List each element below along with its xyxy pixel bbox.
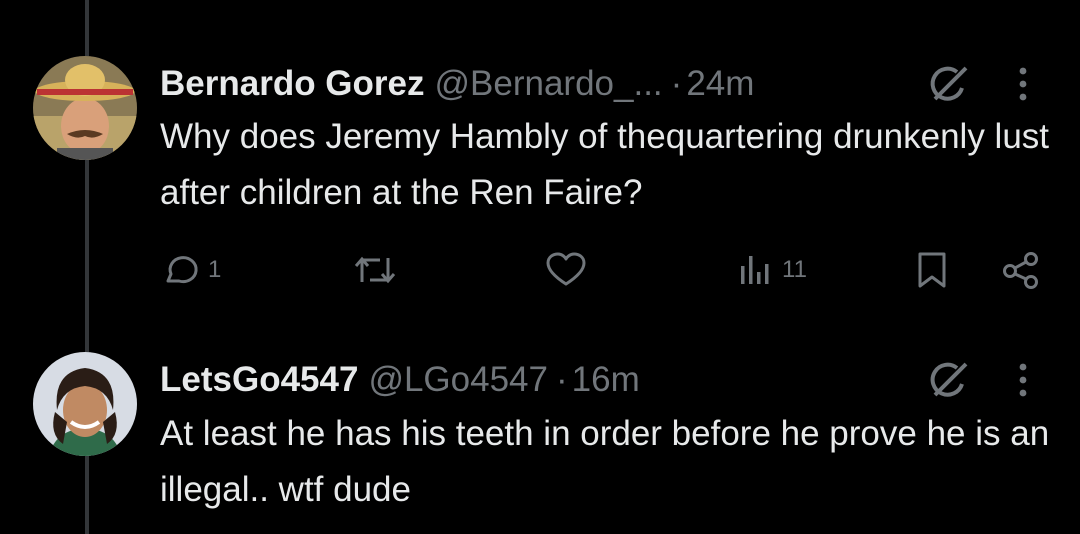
grok-icon [930,362,968,397]
grok-icon [930,66,968,101]
timestamp[interactable]: 24m [686,64,754,104]
avatar[interactable] [33,56,137,160]
separator-dot: · [555,360,568,399]
avatar-image [33,352,137,456]
avatar[interactable] [33,352,137,456]
tweet-text: Why does Jeremy Hambly of thequartering … [160,117,1050,212]
retweet-icon [354,256,396,284]
user-handle[interactable]: @Bernardo_... [435,64,663,104]
like-icon [546,252,586,286]
tweet[interactable]: LetsGo4547 @LGo4547 · 16m At least he ha… [0,320,1080,534]
timestamp[interactable]: 16m [572,360,640,400]
more-icon [1019,67,1027,101]
reply-button[interactable]: 1 [160,250,221,290]
display-name[interactable]: LetsGo4547 [160,360,358,400]
user-handle[interactable]: @LGo4547 [368,360,548,400]
grok-button[interactable] [926,360,972,402]
more-button[interactable] [1017,362,1029,398]
avatar-image [33,56,137,160]
more-icon [1019,363,1027,397]
tweet-header: Bernardo Gorez @Bernardo_... · 24m [160,62,754,106]
share-button[interactable] [1000,250,1044,290]
grok-button[interactable] [926,64,972,106]
views-button[interactable]: 11 [738,250,807,290]
reply-count: 1 [208,256,222,283]
display-name[interactable]: Bernardo Gorez [160,64,425,104]
separator-dot: · [670,64,683,103]
bookmark-icon [918,252,946,288]
tweet[interactable]: Bernardo Gorez @Bernardo_... · 24m Why d… [0,0,1080,320]
bookmark-button[interactable] [914,250,950,290]
more-button[interactable] [1017,66,1029,102]
like-button[interactable] [544,250,588,290]
tweet-text: At least he has his teeth in order befor… [160,414,1050,509]
views-icon [741,256,769,284]
tweet-header: LetsGo4547 @LGo4547 · 16m [160,358,640,402]
view-count: 11 [782,256,807,283]
share-icon [1003,252,1038,289]
reply-icon [166,256,198,284]
retweet-button[interactable] [352,250,398,290]
